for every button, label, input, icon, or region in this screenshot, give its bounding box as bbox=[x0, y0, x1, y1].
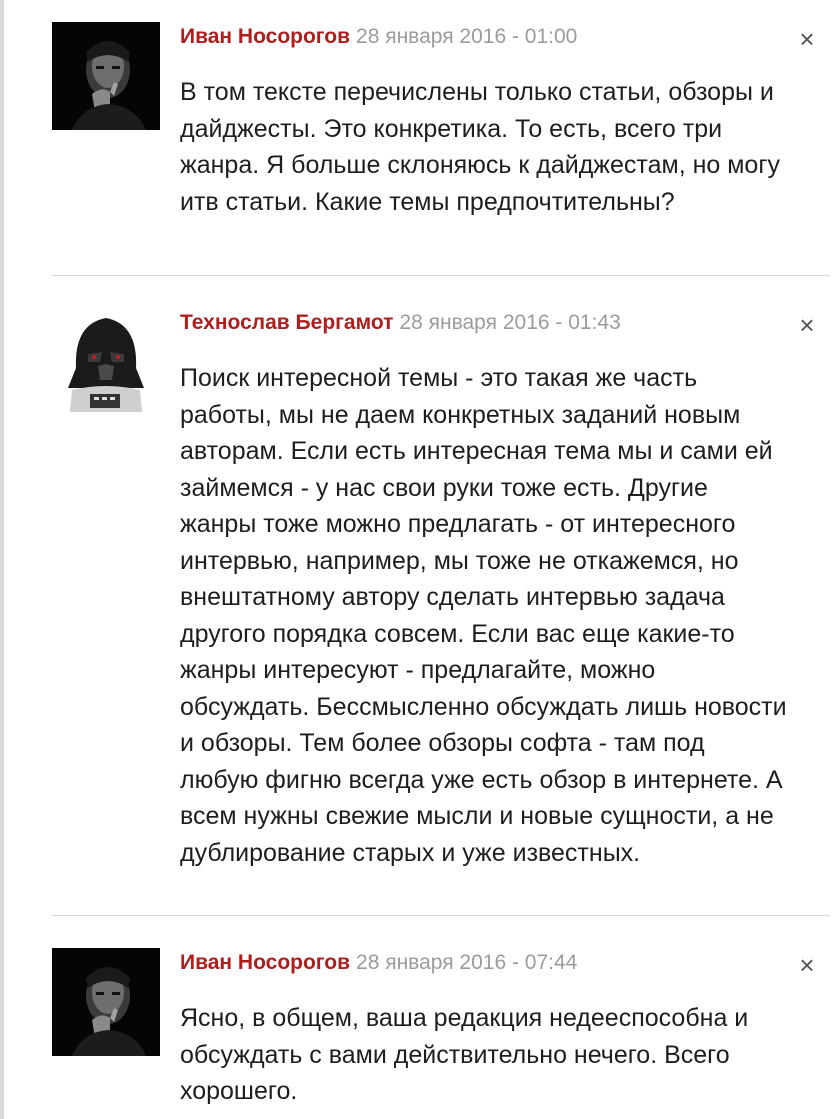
man-portrait-avatar-icon bbox=[52, 22, 160, 130]
divider bbox=[52, 915, 830, 916]
close-icon[interactable]: × bbox=[794, 26, 820, 52]
comment-date: 28 января 2016 - 01:00 bbox=[356, 25, 578, 48]
comment-header: Технослав Бергамот 28 января 2016 - 01:43 bbox=[180, 308, 788, 338]
close-icon[interactable]: × bbox=[794, 312, 820, 338]
author-name[interactable]: Иван Носорогов bbox=[180, 25, 350, 48]
darth-vader-avatar-icon bbox=[52, 308, 160, 416]
avatar[interactable] bbox=[52, 948, 160, 1056]
comment-date: 28 января 2016 - 07:44 bbox=[356, 951, 578, 974]
comment-item: Технослав Бергамот 28 января 2016 - 01:43… bbox=[52, 308, 828, 908]
comment-text: В том тексте перечислены только статьи, … bbox=[180, 78, 780, 216]
comment-header: Иван Носорогов 28 января 2016 - 07:44 bbox=[180, 948, 788, 978]
close-icon[interactable]: × bbox=[794, 952, 820, 978]
author-name[interactable]: Технослав Бергамот bbox=[180, 311, 393, 334]
comment-item: Иван Носорогов 28 января 2016 - 07:44 × Я… bbox=[52, 948, 828, 1118]
avatar[interactable] bbox=[52, 22, 160, 130]
divider bbox=[52, 275, 830, 276]
comment-header: Иван Носорогов 28 января 2016 - 01:00 bbox=[180, 22, 788, 52]
man-portrait-avatar-icon bbox=[52, 948, 160, 1056]
left-rule bbox=[0, 0, 4, 1119]
comment-text: Ясно, в общем, ваша редакция недееспособ… bbox=[180, 1004, 749, 1105]
comment-text: Поиск интересной темы - это такая же час… bbox=[180, 364, 787, 867]
author-name[interactable]: Иван Носорогов bbox=[180, 951, 350, 974]
comment-item: Иван Носорогов 28 января 2016 - 01:00 × В… bbox=[52, 22, 828, 252]
avatar[interactable] bbox=[52, 308, 160, 416]
comment-date: 28 января 2016 - 01:43 bbox=[399, 311, 621, 334]
